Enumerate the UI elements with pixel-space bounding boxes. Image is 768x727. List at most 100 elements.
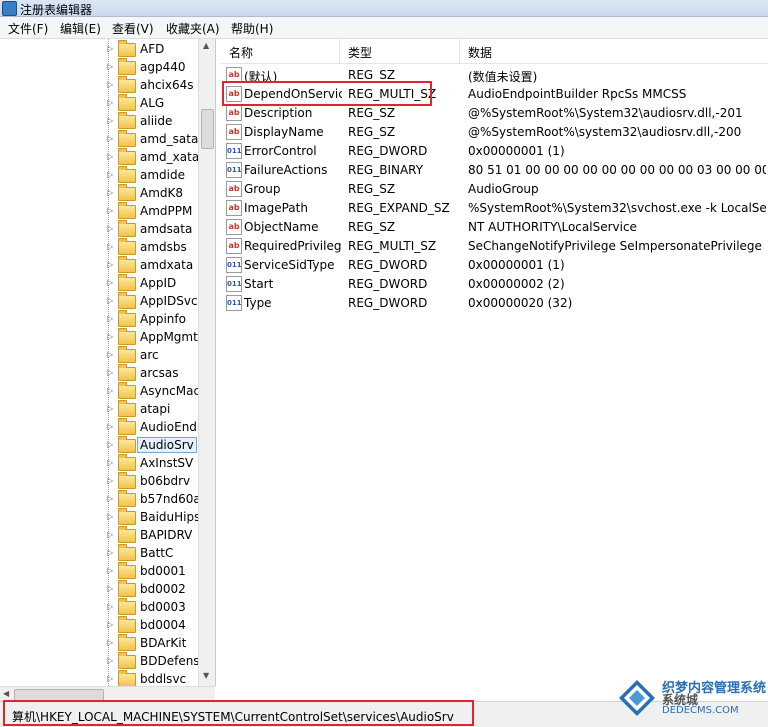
expand-arrow-icon[interactable]: ▷ <box>107 98 113 107</box>
expand-arrow-icon[interactable]: ▷ <box>107 242 113 251</box>
expand-arrow-icon[interactable]: ▷ <box>107 458 113 467</box>
column-name[interactable]: 名称 <box>229 44 253 61</box>
tree-item[interactable]: ▷ aliide <box>105 112 201 130</box>
tree-item[interactable]: ▷ amdxata <box>105 256 201 274</box>
expand-arrow-icon[interactable]: ▷ <box>107 350 113 359</box>
tree-item-label: AmdPPM <box>140 204 193 218</box>
expand-arrow-icon[interactable]: ▷ <box>107 80 113 89</box>
expand-arrow-icon[interactable]: ▷ <box>107 512 113 521</box>
tree-item[interactable]: ▷ bd0004 <box>105 616 201 634</box>
expand-arrow-icon[interactable]: ▷ <box>107 368 113 377</box>
list-row[interactable]: abRequiredPrivilege... REG_MULTI_SZ SeChan… <box>221 236 768 255</box>
tree-item[interactable]: ▷ BDArKit <box>105 634 201 652</box>
expand-arrow-icon[interactable]: ▷ <box>107 62 113 71</box>
list-row[interactable]: 011 FailureActions REG_BINARY 80 51 01 00 0… <box>221 160 768 179</box>
tree-item[interactable]: ▷ atapi <box>105 400 201 418</box>
list-row[interactable]: 011 ErrorControl REG_DWORD 0x00000001 (1) <box>221 141 768 160</box>
tree-item[interactable]: ▷ Appinfo <box>105 310 201 328</box>
expand-arrow-icon[interactable]: ▷ <box>107 386 113 395</box>
expand-arrow-icon[interactable]: ▷ <box>107 422 113 431</box>
tree-item[interactable]: ▷ ALG <box>105 94 201 112</box>
expand-arrow-icon[interactable]: ▷ <box>107 674 113 683</box>
tree-item[interactable]: ▷ amd_xata <box>105 148 201 166</box>
tree-item-label: amd_xata <box>140 150 200 164</box>
expand-arrow-icon[interactable]: ▷ <box>107 548 113 557</box>
tree-item[interactable]: ▷ arcsas <box>105 364 201 382</box>
tree-item[interactable]: ▷ ahcix64s <box>105 76 201 94</box>
expand-arrow-icon[interactable]: ▷ <box>107 602 113 611</box>
list-row[interactable]: ab DisplayName REG_SZ @%SystemRoot%\system3… <box>221 122 768 141</box>
tree-item[interactable]: ▷ agp440 <box>105 58 201 76</box>
tree-item[interactable]: ▷ AppMgmt <box>105 328 201 346</box>
menu-item[interactable]: 查看(V) <box>110 20 156 37</box>
tree-item[interactable]: ▷ AudioEndp <box>105 418 205 436</box>
tree-vertical-scrollbar[interactable]: ▲ ▼ <box>198 39 215 686</box>
tree-item[interactable]: ▷ BDDefense <box>105 652 207 670</box>
expand-arrow-icon[interactable]: ▷ <box>107 170 113 179</box>
column-data[interactable]: 数据 <box>468 44 492 61</box>
expand-arrow-icon[interactable]: ▷ <box>107 188 113 197</box>
menu-item[interactable]: 编辑(E) <box>58 20 103 37</box>
expand-arrow-icon[interactable]: ▷ <box>107 134 113 143</box>
expand-arrow-icon[interactable]: ▷ <box>107 494 113 503</box>
tree-item[interactable]: ▷ AxInstSV <box>105 454 201 472</box>
tree-item[interactable]: ▷ amdide <box>105 166 201 184</box>
expand-arrow-icon[interactable]: ▷ <box>107 638 113 647</box>
tree-item[interactable]: ▷ bd0003 <box>105 598 201 616</box>
tree-item[interactable]: ▷ BattC <box>105 544 201 562</box>
tree-item[interactable]: ▷ AmdK8 <box>105 184 201 202</box>
list-row[interactable]: 011 Type REG_DWORD 0x00000020 (32) <box>221 293 768 312</box>
list-row[interactable]: ab Group REG_SZ AudioGroup <box>221 179 768 198</box>
tree-item[interactable]: ▷ BaiduHips <box>105 508 201 526</box>
tree-item[interactable]: ▷ AsyncMac <box>105 382 201 400</box>
expand-arrow-icon[interactable]: ▷ <box>107 404 113 413</box>
expand-arrow-icon[interactable]: ▷ <box>107 296 113 305</box>
column-divider[interactable] <box>339 39 340 63</box>
tree-item[interactable]: ▷ AudioSrv <box>105 436 201 454</box>
expand-arrow-icon[interactable]: ▷ <box>107 152 113 161</box>
list-row[interactable]: ab ObjectName REG_SZ NT AUTHORITY\LocalServ… <box>221 217 768 236</box>
expand-arrow-icon[interactable]: ▷ <box>107 440 113 449</box>
column-divider[interactable] <box>459 39 460 63</box>
tree-item[interactable]: ▷ amdsbs <box>105 238 201 256</box>
menu-item[interactable]: 帮助(H) <box>229 20 275 37</box>
scroll-thumb[interactable] <box>201 109 214 149</box>
expand-arrow-icon[interactable]: ▷ <box>107 530 113 539</box>
column-type[interactable]: 类型 <box>348 44 372 61</box>
tree-item[interactable]: ▷ BAPIDRV <box>105 526 201 544</box>
tree-item[interactable]: ▷ arc <box>105 346 201 364</box>
list-row[interactable]: 011 Start REG_DWORD 0x00000002 (2) <box>221 274 768 293</box>
tree-item[interactable]: ▷ AFD <box>105 40 201 58</box>
expand-arrow-icon[interactable]: ▷ <box>107 224 113 233</box>
list-row[interactable]: ab ImagePath REG_EXPAND_SZ %SystemRoot%\Sys… <box>221 198 768 217</box>
menu-item[interactable]: 收藏夹(A) <box>164 20 222 37</box>
expand-arrow-icon[interactable]: ▷ <box>107 278 113 287</box>
tree-item[interactable]: ▷ bd0001 <box>105 562 201 580</box>
expand-arrow-icon[interactable]: ▷ <box>107 332 113 341</box>
tree-item[interactable]: ▷ bddlsvc <box>105 670 201 686</box>
scroll-left-icon[interactable]: ◀ <box>3 689 9 698</box>
expand-arrow-icon[interactable]: ▷ <box>107 566 113 575</box>
menu-item[interactable]: 文件(F) <box>6 20 50 37</box>
tree-item[interactable]: ▷ b06bdrv <box>105 472 201 490</box>
expand-arrow-icon[interactable]: ▷ <box>107 656 113 665</box>
tree-item[interactable]: ▷ amd_sata <box>105 130 201 148</box>
expand-arrow-icon[interactable]: ▷ <box>107 476 113 485</box>
expand-arrow-icon[interactable]: ▷ <box>107 314 113 323</box>
scroll-up-icon[interactable]: ▲ <box>203 41 209 50</box>
expand-arrow-icon[interactable]: ▷ <box>107 620 113 629</box>
list-row[interactable]: 011 ServiceSidType REG_DWORD 0x00000001 (1) <box>221 255 768 274</box>
expand-arrow-icon[interactable]: ▷ <box>107 44 113 53</box>
expand-arrow-icon[interactable]: ▷ <box>107 584 113 593</box>
tree-item[interactable]: ▷ bd0002 <box>105 580 201 598</box>
scroll-down-icon[interactable]: ▼ <box>203 671 209 680</box>
expand-arrow-icon[interactable]: ▷ <box>107 260 113 269</box>
expand-arrow-icon[interactable]: ▷ <box>107 206 113 215</box>
tree-item[interactable]: ▷ AppIDSvc <box>105 292 201 310</box>
tree-item[interactable]: ▷ amdsata <box>105 220 201 238</box>
tree-item[interactable]: ▷ AmdPPM <box>105 202 201 220</box>
tree-item[interactable]: ▷ AppID <box>105 274 201 292</box>
expand-arrow-icon[interactable]: ▷ <box>107 116 113 125</box>
folder-icon <box>118 598 136 615</box>
tree-item[interactable]: ▷ b57nd60a <box>105 490 201 508</box>
